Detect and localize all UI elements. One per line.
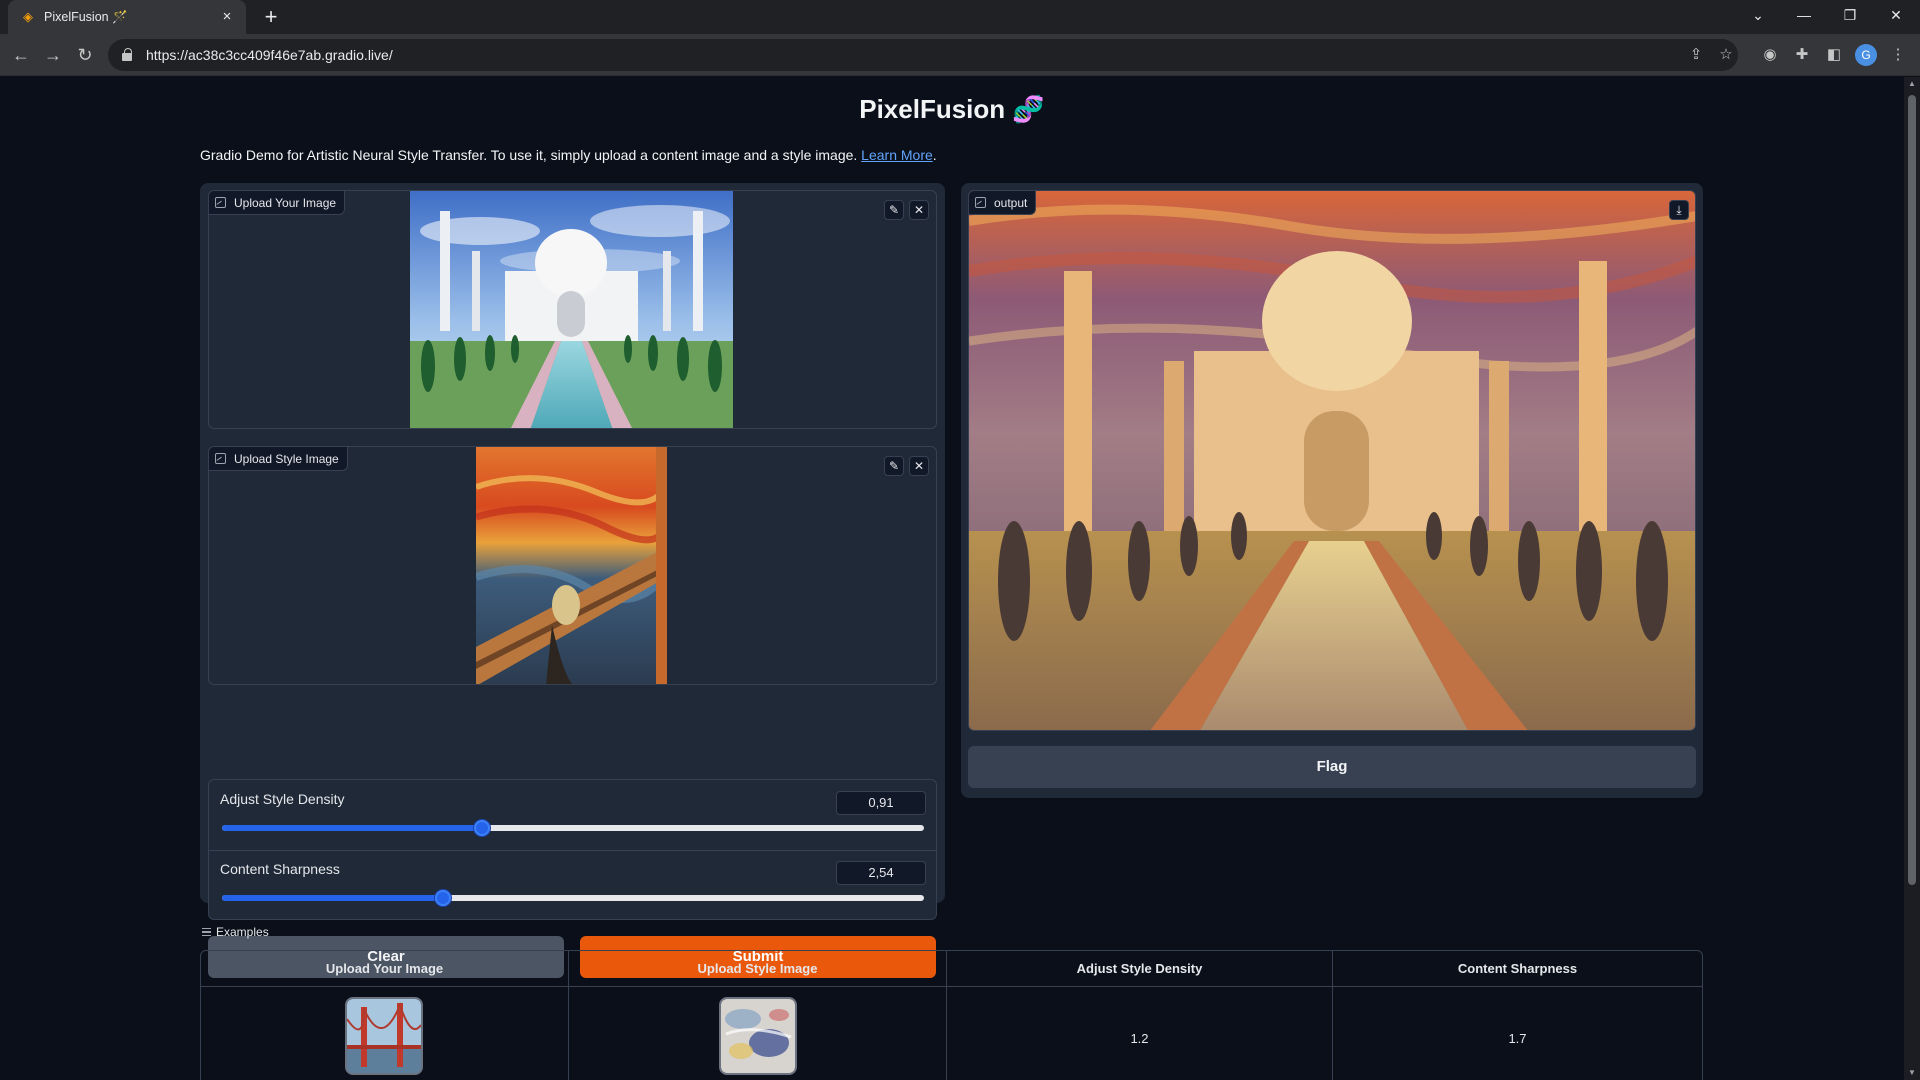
style-image-upload[interactable]: Upload Style Image ✎ ✕ [208,446,937,685]
style-density-slider[interactable] [222,820,924,836]
minimize-icon[interactable]: — [1781,0,1827,30]
examples-header-content: Upload Your Image [201,951,569,987]
image-icon [215,197,226,208]
content-sharpness-slider-row: Content Sharpness 2,54 [209,850,936,920]
side-panel-icon[interactable]: ◧ [1822,43,1846,67]
example-density-value: 1.2 [1130,1031,1149,1046]
style-density-slider-row: Adjust Style Density 0,91 [209,780,936,850]
style-density-label: Adjust Style Density [220,791,345,807]
example-style-cell[interactable] [569,987,947,1080]
tab-close-icon[interactable]: × [218,8,236,26]
page-scrollbar[interactable]: ▲ ▼ [1904,77,1920,1080]
back-icon[interactable]: ← [8,42,34,68]
extensions-puzzle-icon[interactable]: ✚ [1790,43,1814,67]
scroll-down-icon[interactable]: ▼ [1904,1066,1920,1080]
edit-icon[interactable]: ✎ [884,456,904,476]
examples-label-text: Examples [216,925,269,939]
content-image-label-text: Upload Your Image [234,195,337,210]
the-scream-image [476,447,667,684]
page-title: PixelFusion 🧬 [859,94,1045,124]
tab-search-icon[interactable]: ⌄ [1735,0,1781,30]
style-image-label: Upload Style Image [209,447,348,471]
page-description: Gradio Demo for Artistic Neural Style Tr… [200,147,937,163]
style-density-slider-fill [222,825,482,831]
content-sharpness-label: Content Sharpness [220,861,340,877]
output-label: output [969,191,1037,215]
style-density-number-input[interactable]: 0,91 [836,791,926,815]
example-sharpness-cell[interactable]: 1.7 [1333,987,1702,1080]
golden-gate-thumbnail[interactable] [345,997,423,1075]
list-icon [202,928,211,936]
restore-icon[interactable]: ❐ [1827,0,1873,30]
edit-icon[interactable]: ✎ [884,200,904,220]
new-tab-button[interactable]: + [258,4,284,30]
gradio-favicon-icon: ◈ [23,9,33,24]
bookmark-star-icon[interactable]: ☆ [1714,43,1738,67]
learn-more-link[interactable]: Learn More [861,147,933,163]
address-bar[interactable]: https://ac38c3cc409f46e7ab.gradio.live/ … [108,39,1738,71]
url-text[interactable]: https://ac38c3cc409f46e7ab.gradio.live/ [146,47,393,63]
reload-icon[interactable]: ↻ [72,42,98,68]
abstract-painting-thumbnail[interactable] [719,997,797,1075]
content-image-label: Upload Your Image [209,191,346,215]
extension-badge-icon[interactable]: ◉ [1758,43,1782,67]
examples-label: Examples [202,925,269,939]
scroll-up-icon[interactable]: ▲ [1904,77,1920,91]
scrollbar-thumb[interactable] [1908,95,1916,885]
tab-title: PixelFusion 🪄 [44,9,128,24]
share-icon[interactable]: ⇪ [1684,43,1708,67]
image-icon [215,453,226,464]
content-sharpness-slider[interactable] [222,890,924,906]
style-density-slider-thumb[interactable] [473,820,490,836]
examples-table: Upload Your Image Upload Style Image Adj… [200,950,1703,1080]
style-image-label-text: Upload Style Image [234,451,339,466]
table-row[interactable]: 1.2 1.7 [201,987,1702,1080]
gradio-page: PixelFusion 🧬 Gradio Demo for Artistic N… [0,77,1904,1080]
flag-button[interactable]: Flag [968,746,1696,788]
example-density-cell[interactable]: 1.2 [947,987,1333,1080]
taj-mahal-image [410,191,733,428]
lock-icon [122,48,134,62]
abstract-painting-image [721,999,795,1073]
forward-icon[interactable]: → [40,42,66,68]
example-sharpness-value: 1.7 [1508,1031,1527,1046]
examples-table-header: Upload Your Image Upload Style Image Adj… [201,951,1702,987]
clear-image-icon[interactable]: ✕ [909,200,929,220]
close-window-icon[interactable]: ✕ [1873,0,1919,30]
browser-toolbar: ← → ↻ https://ac38c3cc409f46e7ab.gradio.… [0,34,1920,76]
menu-kebab-icon[interactable]: ⋮ [1886,43,1910,67]
image-icon [975,197,986,208]
content-sharpness-slider-fill [222,895,444,901]
browser-tab[interactable]: ◈ PixelFusion 🪄 × [8,0,246,34]
profile-avatar[interactable]: G [1855,44,1877,66]
content-image-upload[interactable]: Upload Your Image ✎ ✕ [208,190,937,429]
output-image: output ⤓ [968,190,1696,731]
description-period: . [932,147,937,163]
content-sharpness-slider-thumb[interactable] [435,890,452,906]
example-content-cell[interactable] [201,987,569,1080]
clear-image-icon[interactable]: ✕ [909,456,929,476]
browser-tab-bar: ◈ PixelFusion 🪄 × + ⌄ — ❐ ✕ [0,0,1920,34]
examples-header-sharpness: Content Sharpness [1457,961,1578,976]
parameters-panel: Adjust Style Density 0,91 Content Sharpn… [208,779,937,920]
golden-gate-image [347,999,421,1073]
description-text: Gradio Demo for Artistic Neural Style Tr… [200,147,858,163]
download-icon[interactable]: ⤓ [1669,200,1689,220]
examples-header-style: Upload Style Image [569,951,947,987]
stylized-output-image [969,191,1695,730]
examples-header-density: Adjust Style Density [947,951,1333,987]
content-sharpness-number-input[interactable]: 2,54 [836,861,926,885]
output-label-text: output [994,195,1028,210]
